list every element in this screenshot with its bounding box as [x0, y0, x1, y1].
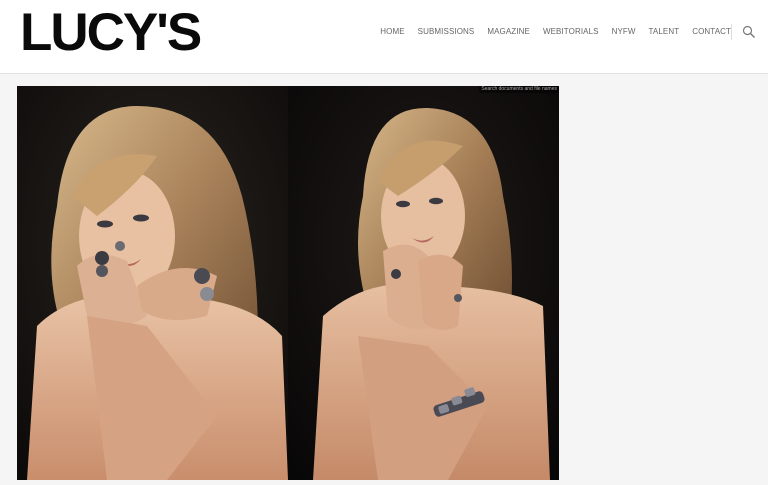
nav-item-talent[interactable]: TALENT	[649, 27, 680, 36]
nav-item-magazine[interactable]: MAGAZINE	[487, 27, 530, 36]
nav-item-submissions[interactable]: SUBMISSIONS	[418, 27, 475, 36]
nav-divider	[731, 24, 732, 40]
nav-item-webitorials[interactable]: WEBITORIALS	[543, 27, 599, 36]
site-header: LUCY'S HOME SUBMISSIONS MAGAZINE WEBITOR…	[0, 0, 768, 74]
nav-item-home[interactable]: HOME	[380, 27, 404, 36]
image-overlay-caption: Search documents and file names	[479, 86, 559, 93]
photo-gallery: Search documents and file names	[17, 86, 559, 480]
gallery-image-1[interactable]	[17, 86, 288, 480]
main-nav: HOME SUBMISSIONS MAGAZINE WEBITORIALS NY…	[367, 27, 731, 36]
gallery-image-2[interactable]: Search documents and file names	[288, 86, 559, 480]
nav-item-contact[interactable]: CONTACT	[692, 27, 731, 36]
nav-item-nyfw[interactable]: NYFW	[612, 27, 636, 36]
search-icon[interactable]	[742, 25, 756, 39]
site-logo[interactable]: LUCY'S	[20, 4, 202, 62]
